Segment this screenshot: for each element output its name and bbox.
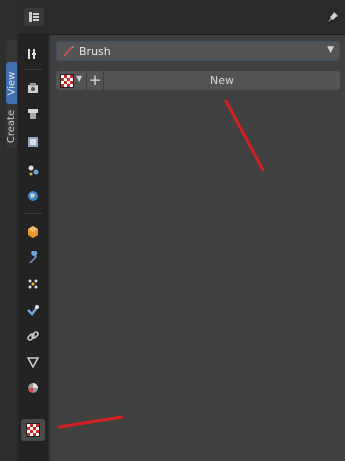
tab-object-data[interactable] <box>21 351 45 373</box>
tab-texture[interactable] <box>21 419 45 441</box>
tab-world[interactable] <box>21 185 45 207</box>
tab-modifiers[interactable] <box>21 247 45 269</box>
tool-icon <box>28 49 36 59</box>
object-icon <box>28 226 38 238</box>
pin-icon <box>328 12 338 22</box>
output-icon <box>28 109 38 119</box>
tab-tool-settings[interactable] <box>21 43 45 65</box>
tab-view[interactable]: View <box>6 62 17 104</box>
tab-create-label: Create <box>6 109 18 143</box>
tab-object[interactable] <box>21 221 45 243</box>
constraints-icon <box>27 331 39 341</box>
brush-selector-label: Brush <box>79 45 111 58</box>
strip-separator <box>24 69 42 70</box>
chevron-down-icon: ▼ <box>327 45 334 55</box>
texture-icon <box>60 74 74 88</box>
new-texture-button[interactable]: New <box>104 71 340 90</box>
physics-icon <box>27 305 39 316</box>
tab-constraints[interactable] <box>21 325 45 347</box>
plus-icon: + <box>88 71 102 89</box>
tab-physics[interactable] <box>21 299 45 321</box>
world-icon <box>28 191 38 201</box>
brush-icon <box>63 46 74 57</box>
object-data-icon <box>26 357 40 369</box>
modifier-icon <box>29 251 38 263</box>
texture-datablock-row: ▼ + New <box>56 71 340 90</box>
tab-create[interactable]: Create <box>6 104 17 148</box>
tab-render[interactable] <box>21 77 45 99</box>
tab-view-label: View <box>6 71 18 95</box>
editor-type-icon <box>29 12 39 22</box>
tab-particles[interactable] <box>21 273 45 295</box>
brush-selector[interactable]: Brush ▼ <box>56 41 340 61</box>
texture-properties-panel: Brush ▼ ▼ + New <box>50 35 345 461</box>
tab-output[interactable] <box>21 103 45 125</box>
material-icon <box>28 383 38 393</box>
pin-button[interactable] <box>327 11 339 26</box>
particles-icon <box>28 279 38 289</box>
new-texture-label: New <box>210 74 234 87</box>
strip-separator <box>24 213 42 214</box>
texture-browse-button[interactable]: ▼ <box>56 71 86 90</box>
tab-view-layer[interactable] <box>21 131 45 153</box>
editor-header <box>18 0 345 35</box>
sidebar-tabs: View Create <box>0 0 17 461</box>
scene-icon <box>28 165 39 176</box>
properties-tab-strip <box>18 35 48 461</box>
editor-type-button[interactable] <box>24 8 44 26</box>
chevron-down-icon: ▼ <box>76 74 83 83</box>
tab-material[interactable] <box>21 377 45 399</box>
view-layer-icon <box>28 137 38 147</box>
add-texture-button[interactable]: + <box>87 71 103 90</box>
render-icon <box>28 83 38 93</box>
tab-scene[interactable] <box>21 159 45 181</box>
texture-icon <box>26 423 40 437</box>
